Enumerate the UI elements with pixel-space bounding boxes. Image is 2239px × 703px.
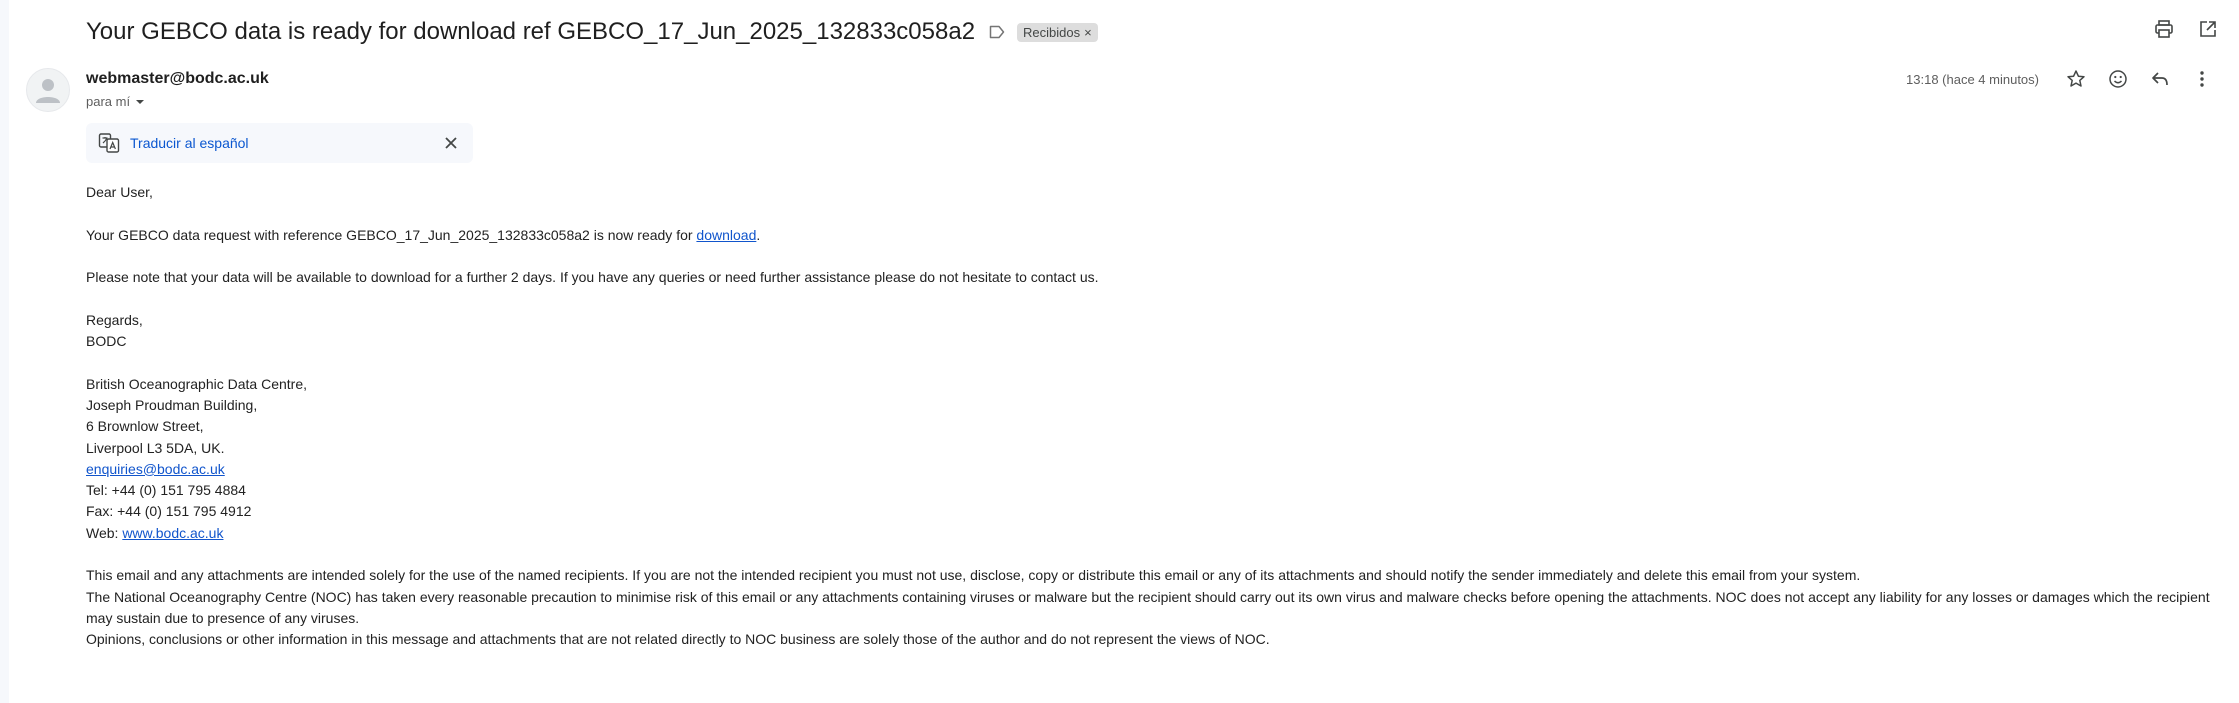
inbox-label-text: Recibidos — [1023, 24, 1081, 40]
emoji-reaction-icon[interactable] — [2107, 68, 2129, 90]
inbox-label-chip: Recibidos × — [1017, 22, 1098, 42]
address-line-4: Liverpool L3 5DA, UK. — [86, 439, 225, 456]
default-avatar-icon[interactable] — [26, 68, 70, 112]
greeting: Dear User, — [86, 184, 153, 200]
translate-bar: Traducir al español — [86, 123, 473, 163]
telephone: Tel: +44 (0) 151 795 4884 — [86, 482, 246, 499]
contact-email-line: enquiries@bodc.ac.uk — [86, 459, 2216, 480]
remove-label-button[interactable]: × — [1084, 25, 1092, 40]
open-in-new-window-icon[interactable] — [2197, 18, 2219, 40]
email-view: Your GEBCO data is ready for download re… — [0, 0, 2239, 703]
label-outline-icon[interactable] — [989, 23, 1007, 41]
dropdown-arrow-icon — [136, 99, 145, 104]
web-line: Web: www.bodc.ac.uk — [86, 523, 2216, 544]
left-background-strip — [0, 0, 9, 703]
disclaimer-virus: The National Oceanography Centre (NOC) h… — [86, 588, 2210, 626]
ready-line: Your GEBCO data request with reference G… — [86, 225, 2216, 246]
message-actions: 13:18 (hace 4 minutos) — [1906, 68, 2213, 90]
ready-end: . — [756, 226, 761, 243]
signoff: BODC — [86, 333, 127, 350]
availability-note: Please note that your data will be avail… — [86, 269, 1099, 286]
subject-row: Your GEBCO data is ready for download re… — [86, 14, 1098, 50]
reply-icon[interactable] — [2149, 68, 2171, 90]
received-time: 13:18 (hace 4 minutos) — [1906, 71, 2039, 87]
sender-email[interactable]: webmaster@bodc.ac.uk — [86, 70, 269, 88]
recipient-label: para mí — [86, 94, 131, 109]
email-body: Dear User, Your GEBCO data request with … — [86, 182, 2216, 651]
address-line-3: 6 Brownlow Street, — [86, 418, 204, 435]
address-line-2: Joseph Proudman Building, — [86, 396, 258, 413]
more-vert-icon[interactable] — [2191, 68, 2213, 90]
website-link[interactable]: www.bodc.ac.uk — [122, 525, 223, 541]
subject-actions — [2153, 18, 2219, 40]
fax: Fax: +44 (0) 151 795 4912 — [86, 503, 252, 520]
disclaimer-recipients: This email and any attachments are inten… — [86, 567, 1861, 584]
regards: Regards, — [86, 311, 143, 328]
ready-text: Your GEBCO data request with reference G… — [86, 226, 697, 243]
translate-icon — [98, 132, 120, 154]
close-icon[interactable] — [441, 133, 461, 153]
recipient-details-toggle[interactable]: para mí — [86, 94, 146, 109]
disclaimer-opinions: Opinions, conclusions or other informati… — [86, 631, 1270, 648]
web-prefix: Web: — [86, 524, 123, 541]
star-icon[interactable] — [2065, 68, 2087, 90]
contact-email-link[interactable]: enquiries@bodc.ac.uk — [86, 461, 225, 477]
translate-to-spanish-link[interactable]: Traducir al español — [130, 135, 249, 151]
print-icon[interactable] — [2153, 18, 2175, 40]
email-subject: Your GEBCO data is ready for download re… — [86, 18, 976, 45]
download-link[interactable]: download — [696, 227, 756, 243]
address-line-1: British Oceanographic Data Centre, — [86, 375, 307, 392]
